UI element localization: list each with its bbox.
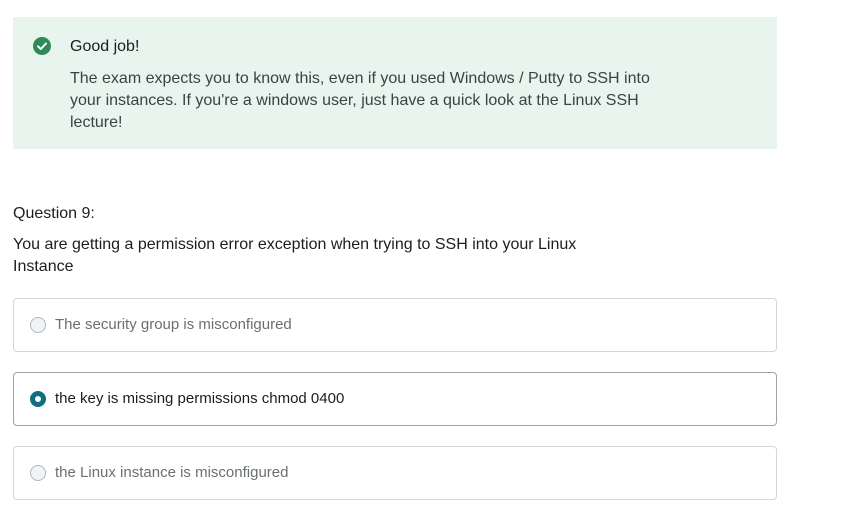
question-text: You are getting a permission error excep…: [13, 236, 577, 275]
radio-button[interactable]: [30, 465, 46, 481]
radio-button-selected[interactable]: [30, 391, 46, 407]
feedback-title: Good job!: [70, 38, 140, 55]
question-number: Question 9:: [13, 205, 95, 222]
answer-option-1[interactable]: The security group is misconfigured: [13, 298, 777, 352]
answer-label: The security group is misconfigured: [55, 316, 292, 333]
radio-button[interactable]: [30, 317, 46, 333]
feedback-explanation: The exam expects you to know this, even …: [70, 70, 650, 131]
answer-label: the key is missing permissions chmod 040…: [55, 390, 345, 407]
answer-option-3[interactable]: the Linux instance is misconfigured: [13, 446, 777, 500]
check-circle-icon: [33, 37, 51, 55]
answer-label: the Linux instance is misconfigured: [55, 464, 289, 481]
answer-option-2[interactable]: the key is missing permissions chmod 040…: [13, 372, 777, 426]
feedback-panel: Good job! The exam expects you to know t…: [13, 17, 777, 149]
